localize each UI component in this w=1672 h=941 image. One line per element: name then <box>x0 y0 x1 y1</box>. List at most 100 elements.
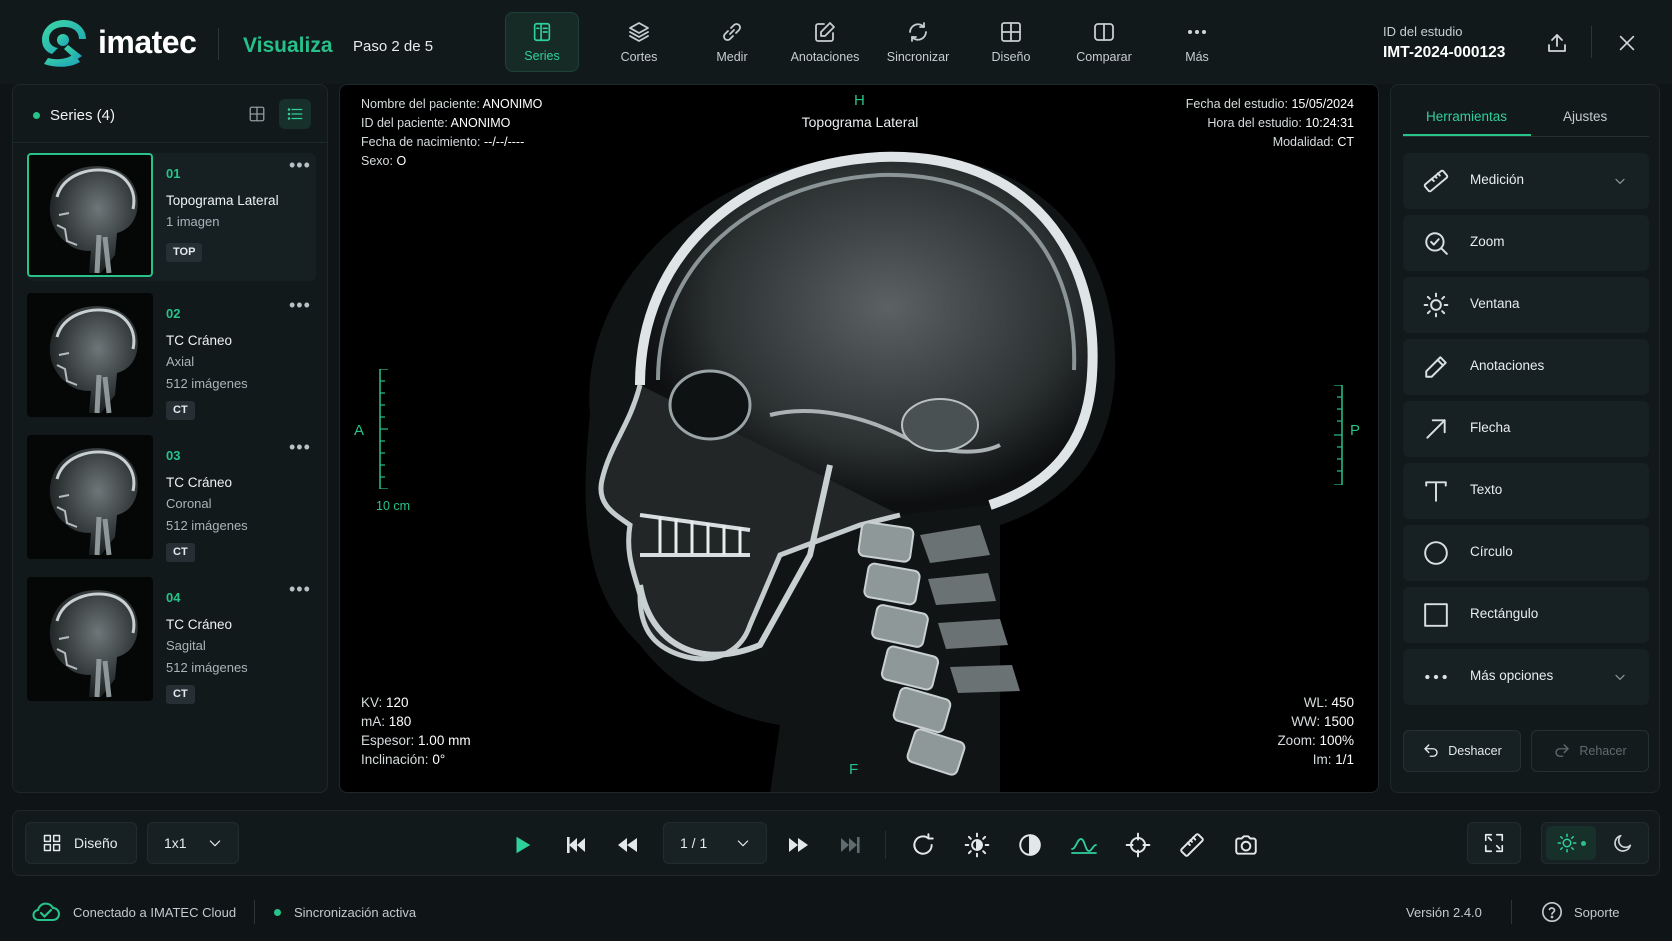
layout-grid-icon <box>43 834 61 852</box>
series-item[interactable]: 04 TC Cráneo Sagital 512 imágenes CT ••• <box>27 577 316 705</box>
theme-toggle[interactable] <box>1541 822 1649 864</box>
series-image-count: 512 imágenes <box>166 376 248 391</box>
tool-mas-opciones[interactable]: Más opciones <box>1403 649 1649 705</box>
active-dot <box>1580 840 1586 846</box>
series-plane: Axial <box>166 354 195 369</box>
contrast-button[interactable] <box>1015 830 1045 860</box>
image-viewer[interactable]: Nombre del paciente: ANONIMO ID del paci… <box>339 84 1379 793</box>
measure-icon <box>723 23 741 41</box>
series-thumbnail <box>27 153 153 277</box>
first-frame-button[interactable] <box>561 830 591 860</box>
tool-label: Diseño <box>991 50 1031 64</box>
tool-item-label: Rectángulo <box>1470 606 1539 621</box>
tool-cortes-button[interactable]: Cortes <box>593 12 685 72</box>
tool-item-label: Anotaciones <box>1470 358 1545 373</box>
rectangle-icon <box>1424 603 1448 627</box>
kv-value: 120 <box>386 695 409 710</box>
overlay-line: WL: 450 <box>1303 695 1354 710</box>
brightness-button[interactable] <box>962 830 992 860</box>
sex: O <box>396 154 407 168</box>
tool-ventana[interactable]: Ventana <box>1403 277 1649 333</box>
light-theme-option[interactable] <box>1546 826 1596 860</box>
series-thumbnail <box>27 435 153 559</box>
tool-circulo[interactable]: Círculo <box>1403 525 1649 581</box>
sync-status: Sincronización activa <box>294 905 417 920</box>
rotate-button[interactable] <box>908 830 938 860</box>
modality: CT <box>1337 135 1354 149</box>
camera-icon <box>1235 835 1257 855</box>
tool-medicion[interactable]: Medición <box>1403 153 1649 209</box>
tab-herramientas[interactable]: Herramientas <box>1426 109 1507 124</box>
tool-label: Sincronizar <box>886 50 950 64</box>
ma-value: 180 <box>388 714 412 729</box>
series-menu-button[interactable]: ••• <box>289 295 311 316</box>
acquisition-overlay: KV: 120 mA: 180 Espesor: 1.00 mm Inclina… <box>361 693 471 769</box>
support-link[interactable] <box>1541 901 1563 923</box>
series-thumbnail <box>27 577 153 701</box>
ruler-button[interactable] <box>1177 830 1207 860</box>
version-label: Versión 2.4.0 <box>1406 905 1482 920</box>
series-item[interactable]: 03 TC Cráneo Coronal 512 imágenes CT ••• <box>27 435 316 563</box>
redo-button[interactable]: Rehacer <box>1531 730 1649 772</box>
export-button[interactable] <box>1542 28 1572 58</box>
undo-button[interactable]: Deshacer <box>1403 730 1521 772</box>
ruler-icon <box>1180 833 1204 857</box>
tool-item-label: Círculo <box>1470 544 1513 559</box>
series-modality-badge: CT <box>166 401 195 420</box>
series-image-count: 512 imágenes <box>166 660 248 675</box>
layout-select[interactable]: 1x1 <box>147 822 239 864</box>
close-button[interactable] <box>1612 28 1642 58</box>
tool-mas-button[interactable]: Más <box>1151 12 1243 72</box>
pencil-square-icon <box>815 22 835 42</box>
status-dot <box>33 112 40 119</box>
tool-rectangulo[interactable]: Rectángulo <box>1403 587 1649 643</box>
support-label[interactable]: Soporte <box>1574 905 1620 920</box>
layers-icon <box>629 22 649 42</box>
screenshot-button[interactable] <box>1231 830 1261 860</box>
tool-series-button[interactable]: Series <box>505 12 579 72</box>
study-id-label: ID del estudio <box>1383 24 1463 39</box>
series-menu-button[interactable]: ••• <box>289 579 311 600</box>
fullscreen-button[interactable] <box>1467 822 1521 864</box>
window-level-button[interactable] <box>1069 830 1099 860</box>
tool-item-label: Más opciones <box>1470 668 1554 683</box>
series-item[interactable]: 02 TC Cráneo Axial 512 imágenes CT ••• <box>27 293 316 421</box>
tool-flecha[interactable]: Flecha <box>1403 401 1649 457</box>
status-divider <box>1511 900 1512 924</box>
tilt-value: 0° <box>432 752 446 767</box>
brightness-icon <box>964 832 990 858</box>
orientation-left-label: A <box>354 422 365 439</box>
logo-text: imatec <box>98 23 197 60</box>
series-menu-button[interactable]: ••• <box>289 437 311 458</box>
tab-ajustes[interactable]: Ajustes <box>1563 109 1607 124</box>
list-view-button[interactable] <box>279 99 311 129</box>
tool-item-label: Zoom <box>1470 234 1505 249</box>
overlay-line: Fecha del estudio: 15/05/2024 <box>1185 97 1354 111</box>
skull-xray-thumbnail <box>49 306 138 414</box>
tool-diseno-button[interactable]: Diseño <box>965 12 1057 72</box>
play-button[interactable] <box>507 830 537 860</box>
grid-view-button[interactable] <box>241 99 273 129</box>
dark-theme-option[interactable] <box>1612 832 1634 854</box>
tool-sincronizar-button[interactable]: Sincronizar <box>872 12 964 72</box>
series-name: TC Cráneo <box>166 333 233 348</box>
tool-zoom[interactable]: Zoom <box>1403 215 1649 271</box>
series-number: 03 <box>166 448 181 463</box>
series-menu-button[interactable]: ••• <box>289 155 311 176</box>
layout-button[interactable]: Diseño <box>25 822 137 864</box>
scale-label: 10 cm <box>376 499 411 513</box>
previous-frame-button[interactable] <box>613 830 643 860</box>
series-item[interactable]: 01 Topograma Lateral 1 imagen TOP ••• <box>27 153 316 281</box>
fullscreen-icon <box>1484 833 1504 853</box>
tool-medir-button[interactable]: Medir <box>686 12 778 72</box>
skull-xray-image <box>585 151 1116 792</box>
frame-select[interactable]: 1 / 1 <box>663 822 767 864</box>
last-frame-button[interactable] <box>835 830 865 860</box>
tool-anotaciones-button[interactable]: Anotaciones <box>779 12 871 72</box>
tool-anotaciones[interactable]: Anotaciones <box>1403 339 1649 395</box>
next-frame-button[interactable] <box>783 830 813 860</box>
waveform-icon <box>1071 838 1097 854</box>
tool-comparar-button[interactable]: Comparar <box>1058 12 1150 72</box>
crosshair-button[interactable] <box>1123 830 1153 860</box>
tool-texto[interactable]: Texto <box>1403 463 1649 519</box>
